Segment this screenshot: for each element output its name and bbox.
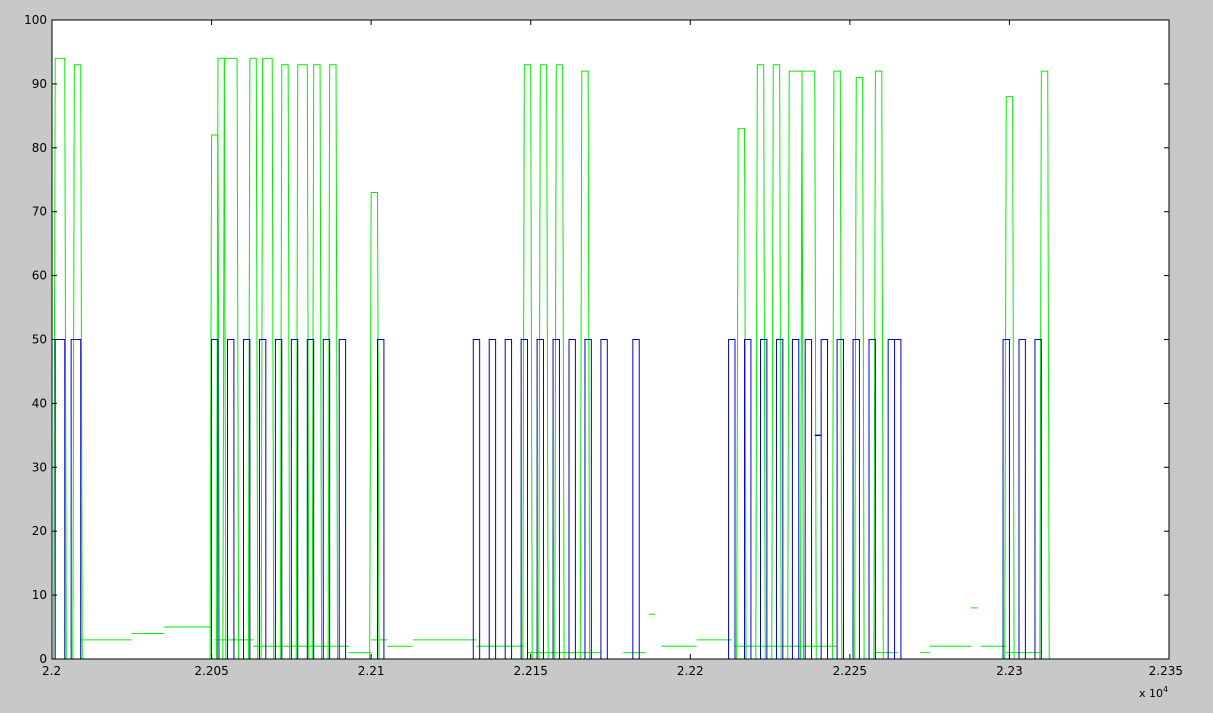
x-tick-label: 2.205 xyxy=(194,664,228,678)
y-tick-label: 80 xyxy=(32,141,47,155)
x-tick-label: 2.225 xyxy=(833,664,867,678)
x-tick-label: 2.22 xyxy=(677,664,704,678)
figure: 0102030405060708090100 2.2 2.205 2.21 2.215… xyxy=(0,0,1213,713)
x-scale-base: x 10 xyxy=(1139,687,1163,700)
y-tick-label: 20 xyxy=(32,524,47,538)
x-tick-label: 2.215 xyxy=(514,664,548,678)
x-scale-exponent: 4 xyxy=(1163,685,1168,694)
y-tick-label: 90 xyxy=(32,77,47,91)
x-tick-label: 2.235 xyxy=(1149,664,1183,678)
y-tick-label: 40 xyxy=(32,396,47,410)
x-tick-label: 2.2 xyxy=(42,664,61,678)
x-tick-label: 2.21 xyxy=(358,664,385,678)
y-tick-label: 30 xyxy=(32,460,47,474)
x-tick-label: 2.23 xyxy=(996,664,1023,678)
y-tick-label: 50 xyxy=(32,333,47,347)
y-tick-label: 100 xyxy=(24,13,47,27)
y-tick-label: 10 xyxy=(32,588,47,602)
y-tick-label: 60 xyxy=(32,269,47,283)
y-tick-label: 70 xyxy=(32,205,47,219)
